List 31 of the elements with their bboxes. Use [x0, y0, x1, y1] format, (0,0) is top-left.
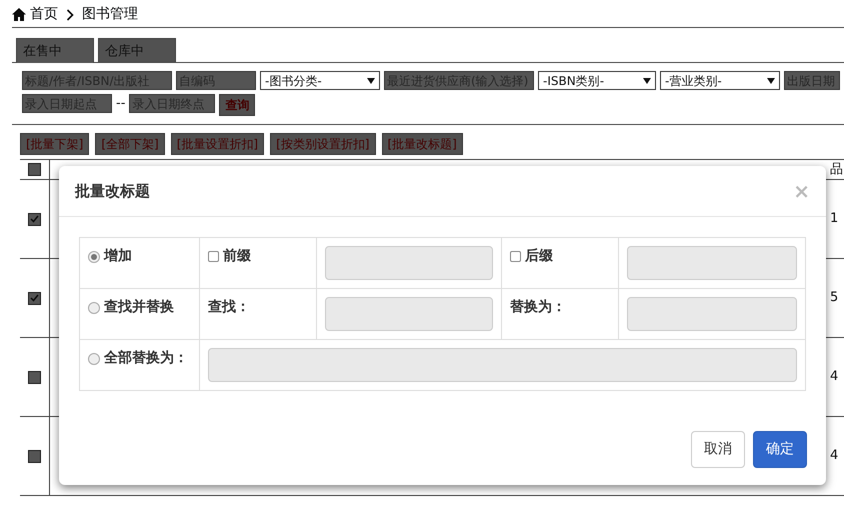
radio-option[interactable]: 查找并替换	[88, 297, 174, 318]
checkbox[interactable]	[28, 212, 41, 226]
filter-select[interactable]: -ISBN类别-	[538, 71, 656, 90]
caret-icon	[367, 78, 375, 84]
breadcrumb-link[interactable]: 图书管理	[82, 4, 138, 25]
checkbox[interactable]	[28, 450, 41, 462]
table-cell-text: 5	[830, 289, 838, 308]
confirm-button[interactable]: 确定	[753, 431, 807, 468]
dialog-title: 批量改标题	[75, 180, 150, 202]
filter-select[interactable]: -营业类别-	[660, 71, 780, 90]
checkbox[interactable]	[28, 370, 41, 384]
field-label: 查找：	[208, 298, 250, 317]
range-separator: --	[116, 95, 126, 113]
cancel-button[interactable]: 取消	[691, 431, 745, 468]
radio-option[interactable]: 全部替换为：	[88, 348, 188, 369]
table-cell-text: 1	[830, 210, 838, 228]
breadcrumb-link[interactable]: 首页	[30, 4, 58, 25]
home-icon	[12, 8, 26, 21]
checkbox[interactable]	[28, 163, 41, 176]
caret-icon	[643, 78, 651, 84]
checkbox-option[interactable]: 后缀	[510, 246, 553, 267]
field-label: 替换为：	[510, 298, 566, 317]
column-header: 品	[830, 160, 843, 179]
checkbox-option[interactable]: 前缀	[208, 246, 251, 267]
filter-select[interactable]: -图书分类-	[260, 71, 380, 90]
table-cell-text: 4	[830, 368, 838, 386]
chevron-right-icon	[66, 8, 74, 20]
table-cell-text: 4	[830, 447, 838, 466]
checkbox[interactable]	[28, 292, 41, 304]
radio-option[interactable]: 增加	[88, 246, 132, 267]
caret-icon	[767, 78, 775, 84]
